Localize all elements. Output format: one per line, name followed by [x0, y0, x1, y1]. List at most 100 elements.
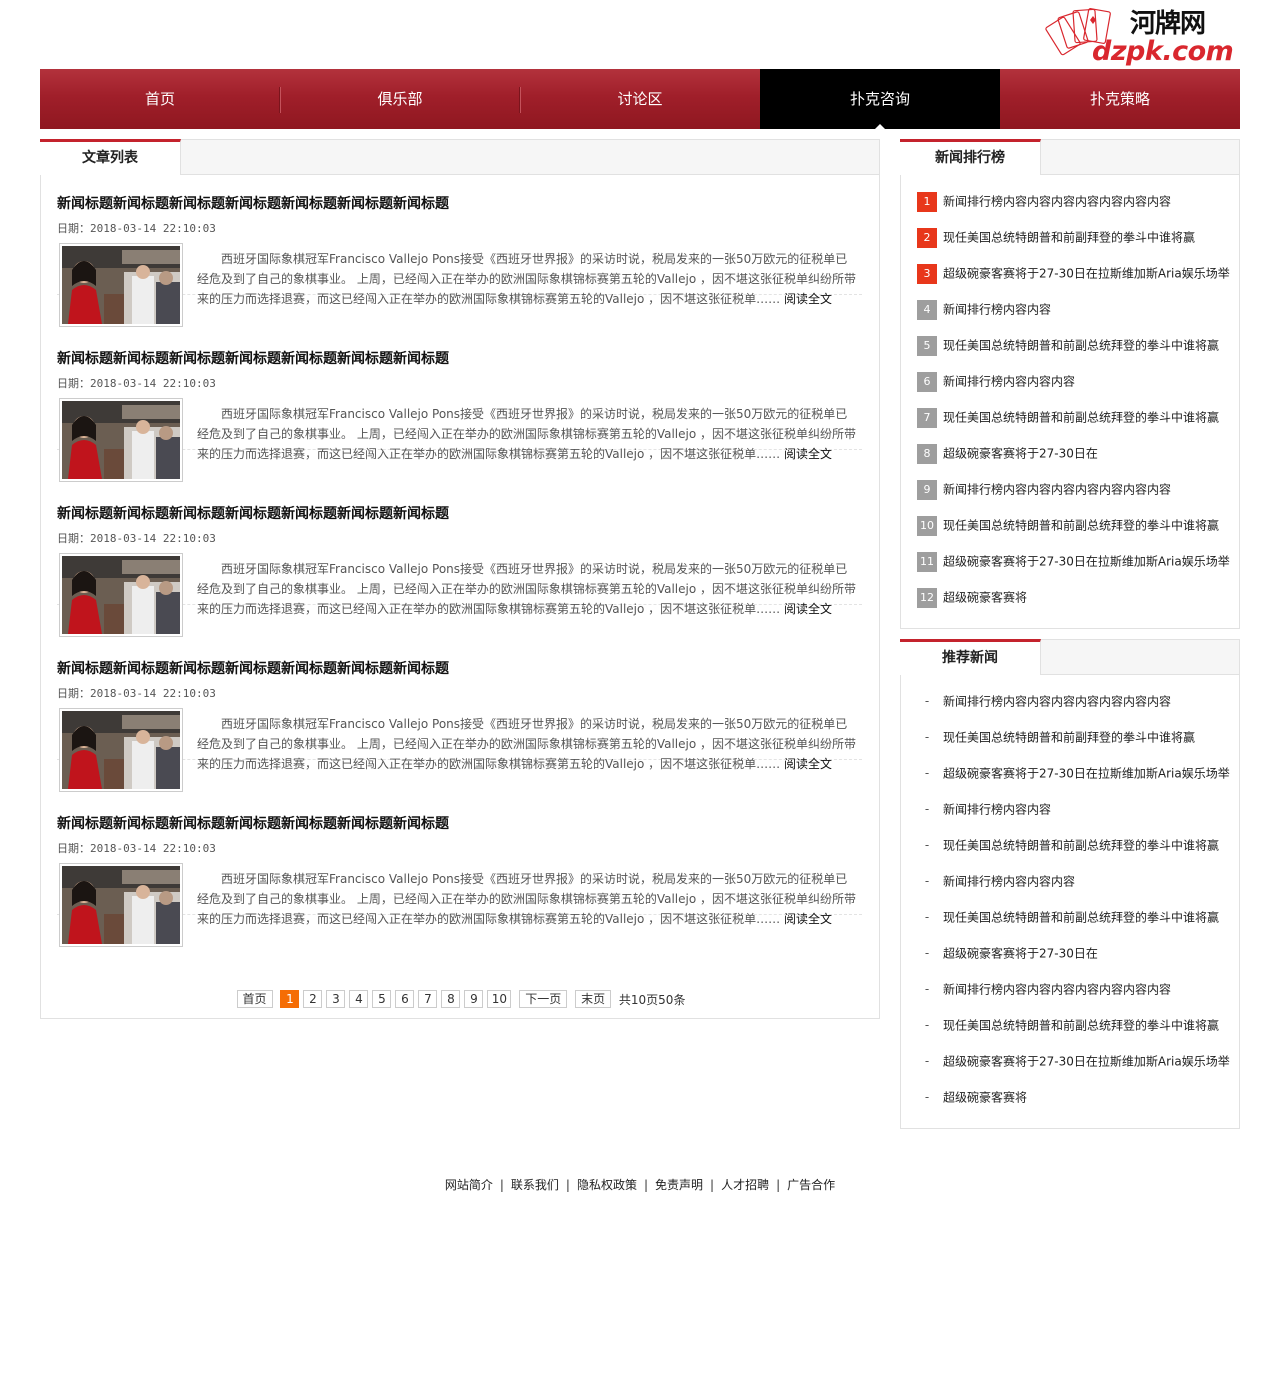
- article-date: 日期：2018-03-14 22:10:03: [57, 222, 216, 235]
- ranking-item[interactable]: 9 新闻排行榜内容内容内容内容内容内容内容: [917, 478, 1237, 514]
- article-title[interactable]: 新闻标题新闻标题新闻标题新闻标题新闻标题新闻标题新闻标题: [57, 658, 449, 678]
- page-total: 共10页50条: [618, 992, 686, 1007]
- article-date: 日期：2018-03-14 22:10:03: [57, 532, 216, 545]
- page-number-button[interactable]: 9: [464, 990, 484, 1008]
- recommended-item[interactable]: - 新闻排行榜内容内容内容内容内容内容内容: [917, 978, 1237, 1014]
- page-number-button[interactable]: 7: [418, 990, 438, 1008]
- last-page-button[interactable]: 末页: [575, 990, 612, 1008]
- recommended-item-title: 超级碗豪客赛将: [943, 1090, 1028, 1105]
- ranking-item[interactable]: 5 现任美国总统特朗普和前副总统拜登的拳斗中谁将赢: [917, 334, 1237, 370]
- ranking-item-title: 新闻排行榜内容内容: [943, 302, 1052, 317]
- list-bullet: -: [924, 874, 930, 888]
- page-number-button[interactable]: 3: [326, 990, 346, 1008]
- list-bullet: -: [924, 766, 930, 780]
- ranking-item[interactable]: 1 新闻排行榜内容内容内容内容内容内容内容: [917, 190, 1237, 226]
- site-logo[interactable]: 河牌网 dzpk.com: [1044, 6, 1234, 67]
- ranking-item[interactable]: 2 现任美国总统特朗普和前副拜登的拳斗中谁将赢: [917, 226, 1237, 262]
- recommended-item[interactable]: - 新闻排行榜内容内容内容: [917, 870, 1237, 906]
- recommended-item-title: 现任美国总统特朗普和前副总统拜登的拳斗中谁将赢: [943, 1018, 1220, 1033]
- news-ranking-panel: 新闻排行榜 1 新闻排行榜内容内容内容内容内容内容内容 2 现任美国总统特朗普和前副拜…: [900, 139, 1240, 629]
- recommended-item[interactable]: - 超级碗豪客赛将: [917, 1086, 1237, 1122]
- nav-item-poker-strategy[interactable]: 扑克策略: [1000, 69, 1240, 129]
- recommended-item[interactable]: - 超级碗豪客赛将于27-30日在拉斯维加斯Aria娱乐场举: [917, 762, 1237, 798]
- rank-badge: 5: [917, 335, 937, 356]
- rank-badge: 2: [917, 227, 937, 248]
- article-item: 新闻标题新闻标题新闻标题新闻标题新闻标题新闻标题新闻标题日期：2018-03-1…: [57, 450, 862, 637]
- read-more-link[interactable]: 阅读全文: [784, 912, 832, 926]
- nav-label: 扑克咨询: [849, 90, 910, 108]
- logo-english-text: dzpk.com: [1092, 36, 1234, 67]
- recommended-item[interactable]: - 新闻排行榜内容内容内容内容内容内容内容: [917, 690, 1237, 726]
- ranking-item[interactable]: 6 新闻排行榜内容内容内容: [917, 370, 1237, 406]
- footer-link[interactable]: 隐私权政策: [577, 1178, 637, 1192]
- rank-badge: 11: [917, 551, 937, 572]
- article-thumbnail[interactable]: [59, 863, 183, 947]
- ranking-item-title: 超级碗豪客赛将于27-30日在: [943, 446, 1098, 461]
- footer-separator: |: [776, 1178, 781, 1192]
- active-caret-icon: [875, 124, 885, 129]
- article-title[interactable]: 新闻标题新闻标题新闻标题新闻标题新闻标题新闻标题新闻标题: [57, 348, 449, 368]
- page-number-button[interactable]: 4: [349, 990, 369, 1008]
- recommended-item[interactable]: - 现任美国总统特朗普和前副总统拜登的拳斗中谁将赢: [917, 1014, 1237, 1050]
- ranking-item-title: 超级碗豪客赛将于27-30日在拉斯维加斯Aria娱乐场举: [943, 266, 1230, 281]
- list-bullet: -: [924, 1018, 930, 1032]
- main-nav: 首页 俱乐部 讨论区 扑克咨询 扑克策略: [40, 69, 1240, 129]
- ranking-item[interactable]: 12 超级碗豪客赛将: [917, 586, 1237, 622]
- nav-label: 讨论区: [617, 90, 663, 108]
- rank-badge: 6: [917, 371, 937, 392]
- ranking-item-title: 新闻排行榜内容内容内容内容内容内容内容: [943, 482, 1172, 497]
- nav-item-forum[interactable]: 讨论区: [520, 69, 760, 129]
- list-bullet: -: [924, 982, 930, 996]
- article-title[interactable]: 新闻标题新闻标题新闻标题新闻标题新闻标题新闻标题新闻标题: [57, 193, 449, 213]
- page-number-button[interactable]: 5: [372, 990, 392, 1008]
- ranking-item-title: 新闻排行榜内容内容内容内容内容内容内容: [943, 194, 1172, 209]
- first-page-button[interactable]: 首页: [236, 990, 273, 1008]
- article-item: 新闻标题新闻标题新闻标题新闻标题新闻标题新闻标题新闻标题日期：2018-03-1…: [57, 140, 862, 327]
- rank-badge: 1: [917, 191, 937, 212]
- recommended-item[interactable]: - 超级碗豪客赛将于27-30日在拉斯维加斯Aria娱乐场举: [917, 1050, 1237, 1086]
- ranking-item[interactable]: 3 超级碗豪客赛将于27-30日在拉斯维加斯Aria娱乐场举: [917, 262, 1237, 298]
- ranking-item[interactable]: 7 现任美国总统特朗普和前副总统拜登的拳斗中谁将赢: [917, 406, 1237, 442]
- footer-link[interactable]: 网站简介: [445, 1178, 493, 1192]
- footer-link[interactable]: 联系我们: [511, 1178, 559, 1192]
- ranking-item-title: 现任美国总统特朗普和前副总统拜登的拳斗中谁将赢: [943, 338, 1220, 353]
- ranking-item-title: 超级碗豪客赛将: [943, 590, 1028, 605]
- list-bullet: -: [924, 946, 930, 960]
- tab-recommended-news[interactable]: 推荐新闻: [900, 639, 1041, 675]
- article-title[interactable]: 新闻标题新闻标题新闻标题新闻标题新闻标题新闻标题新闻标题: [57, 503, 449, 523]
- recommended-item-title: 现任美国总统特朗普和前副总统拜登的拳斗中谁将赢: [943, 910, 1220, 925]
- page-number-button[interactable]: 2: [303, 990, 323, 1008]
- nav-item-poker-news[interactable]: 扑克咨询: [760, 69, 1000, 129]
- page-number-button[interactable]: 1: [280, 990, 300, 1008]
- rank-badge: 8: [917, 443, 937, 464]
- recommended-item[interactable]: - 现任美国总统特朗普和前副总统拜登的拳斗中谁将赢: [917, 906, 1237, 942]
- recommended-item-title: 新闻排行榜内容内容内容内容内容内容内容: [943, 694, 1172, 709]
- recommended-item[interactable]: - 新闻排行榜内容内容: [917, 798, 1237, 834]
- page-number-button[interactable]: 10: [487, 990, 512, 1008]
- ranking-item[interactable]: 11 超级碗豪客赛将于27-30日在拉斯维加斯Aria娱乐场举: [917, 550, 1237, 586]
- ranking-item[interactable]: 10 现任美国总统特朗普和前副总统拜登的拳斗中谁将赢: [917, 514, 1237, 550]
- nav-label: 扑克策略: [1089, 90, 1150, 108]
- recommended-item[interactable]: - 超级碗豪客赛将于27-30日在: [917, 942, 1237, 978]
- recommended-item[interactable]: - 现任美国总统特朗普和前副总统拜登的拳斗中谁将赢: [917, 834, 1237, 870]
- tab-news-ranking[interactable]: 新闻排行榜: [900, 139, 1041, 175]
- ranking-item[interactable]: 4 新闻排行榜内容内容: [917, 298, 1237, 334]
- rank-badge: 9: [917, 479, 937, 500]
- footer-link[interactable]: 人才招聘: [721, 1178, 769, 1192]
- next-page-button[interactable]: 下一页: [519, 990, 568, 1008]
- recommended-item-title: 新闻排行榜内容内容内容: [943, 874, 1076, 889]
- recommended-item[interactable]: - 现任美国总统特朗普和前副拜登的拳斗中谁将赢: [917, 726, 1237, 762]
- nav-label: 俱乐部: [377, 90, 423, 108]
- article-summary-text: 西班牙国际象棋冠军Francisco Vallejo Pons接受《西班牙世界报…: [197, 872, 856, 926]
- ranking-item[interactable]: 8 超级碗豪客赛将于27-30日在: [917, 442, 1237, 478]
- page-number-button[interactable]: 6: [395, 990, 415, 1008]
- nav-item-club[interactable]: 俱乐部: [280, 69, 520, 129]
- page-number-button[interactable]: 8: [441, 990, 461, 1008]
- ranking-list: 1 新闻排行榜内容内容内容内容内容内容内容 2 现任美国总统特朗普和前副拜登的拳斗中谁…: [917, 190, 1237, 622]
- recommended-item-title: 超级碗豪客赛将于27-30日在拉斯维加斯Aria娱乐场举: [943, 1054, 1230, 1069]
- site-footer: 网站简介 | 联系我们 | 隐私权政策 | 免责声明 | 人才招聘 | 广告合作: [0, 1176, 1280, 1193]
- footer-link[interactable]: 免责声明: [655, 1178, 703, 1192]
- article-title[interactable]: 新闻标题新闻标题新闻标题新闻标题新闻标题新闻标题新闻标题: [57, 813, 449, 833]
- nav-item-home[interactable]: 首页: [40, 69, 280, 129]
- footer-link[interactable]: 广告合作: [787, 1178, 835, 1192]
